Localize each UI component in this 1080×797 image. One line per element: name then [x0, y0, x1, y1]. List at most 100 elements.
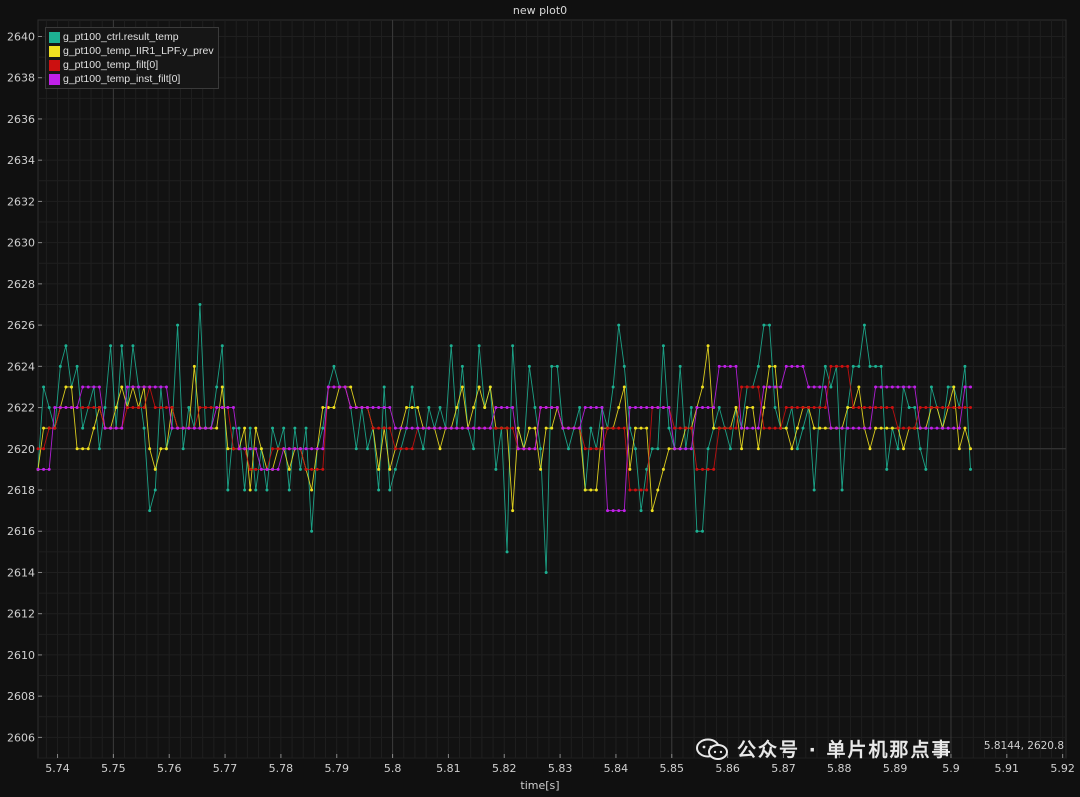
data-point [807, 385, 811, 389]
data-point [600, 447, 604, 451]
data-point [695, 467, 699, 471]
data-point [125, 406, 129, 410]
data-point [92, 406, 96, 410]
data-point [740, 385, 744, 389]
data-point [137, 406, 141, 410]
data-point [650, 447, 654, 451]
legend-label: g_pt100_ctrl.result_temp [63, 31, 179, 43]
legend-item-temp-filt[interactable]: g_pt100_temp_filt[0] [49, 58, 214, 72]
data-point [254, 488, 258, 492]
data-point [349, 406, 353, 410]
data-point [734, 406, 738, 410]
x-tick-label: 5.79 [324, 762, 349, 775]
data-point [773, 385, 777, 389]
data-point [42, 426, 46, 430]
data-point [868, 426, 872, 430]
data-point [181, 426, 185, 430]
data-point [282, 447, 286, 451]
data-point [499, 426, 503, 430]
data-point [661, 467, 665, 471]
data-point [405, 447, 409, 451]
data-point [522, 447, 526, 451]
x-tick-label: 5.86 [715, 762, 740, 775]
data-point [712, 426, 716, 430]
data-point [377, 467, 381, 471]
legend[interactable]: g_pt100_ctrl.result_temp g_pt100_temp_II… [45, 27, 219, 89]
data-point [868, 447, 872, 451]
data-point [902, 447, 906, 451]
y-tick-label: 2624 [7, 360, 35, 373]
y-axis: 2606 2608 2610 2612 2614 2616 2618 2620 2622 2624… [7, 30, 42, 744]
data-point [969, 385, 973, 389]
data-point [103, 406, 107, 410]
data-point [164, 385, 168, 389]
legend-item-inst-filt[interactable]: g_pt100_temp_inst_filt[0] [49, 72, 214, 86]
data-point [907, 406, 911, 410]
x-tick-label: 5.81 [436, 762, 461, 775]
data-point [527, 364, 531, 368]
data-point [762, 323, 766, 327]
data-point [751, 426, 755, 430]
data-point [231, 406, 235, 410]
data-point [416, 406, 420, 410]
data-point [204, 426, 208, 430]
data-point [254, 426, 258, 430]
data-point [795, 406, 799, 410]
x-tick-label: 5.8 [384, 762, 402, 775]
data-point [427, 406, 431, 410]
data-point [432, 426, 436, 430]
data-point [131, 385, 135, 389]
data-point [243, 426, 247, 430]
data-point [896, 385, 900, 389]
data-point [159, 447, 163, 451]
data-point [566, 426, 570, 430]
legend-item-result-temp[interactable]: g_pt100_ctrl.result_temp [49, 30, 214, 44]
data-point [773, 364, 777, 368]
data-point [706, 447, 710, 451]
data-point [874, 364, 878, 368]
watermark: 公众号 · 单片机那点事 [695, 735, 952, 762]
data-point [756, 426, 760, 430]
data-point [823, 406, 827, 410]
data-point [148, 509, 152, 513]
data-point [862, 406, 866, 410]
data-point [505, 406, 509, 410]
data-point [293, 426, 297, 430]
data-point [81, 426, 85, 430]
data-point [795, 447, 799, 451]
y-tick-label: 2632 [7, 195, 35, 208]
data-point [868, 406, 872, 410]
data-point [918, 406, 922, 410]
legend-item-iir1-lpf[interactable]: g_pt100_temp_IIR1_LPF.y_prev [49, 44, 214, 58]
data-point [801, 364, 805, 368]
data-point [790, 406, 794, 410]
data-point [488, 385, 492, 389]
y-tick-label: 2626 [7, 319, 35, 332]
data-point [544, 406, 548, 410]
data-point [751, 406, 755, 410]
data-point [181, 447, 185, 451]
data-point [952, 406, 956, 410]
data-point [47, 406, 51, 410]
y-tick-label: 2608 [7, 690, 35, 703]
data-point [466, 426, 470, 430]
plot-area[interactable]: 2606 2608 2610 2612 2614 2616 2618 2620 2622 2624… [0, 0, 1080, 797]
data-point [706, 406, 710, 410]
data-point [533, 406, 537, 410]
data-point [539, 467, 543, 471]
data-point [617, 426, 621, 430]
data-point [550, 406, 554, 410]
data-point [220, 344, 224, 348]
data-point [544, 426, 548, 430]
data-point [594, 447, 598, 451]
data-point [929, 406, 933, 410]
data-point [617, 406, 621, 410]
data-point [862, 323, 866, 327]
data-point [667, 447, 671, 451]
data-point [53, 426, 57, 430]
data-point [47, 426, 51, 430]
data-point [92, 426, 96, 430]
data-point [740, 426, 744, 430]
data-point [779, 426, 783, 430]
data-point [276, 447, 280, 451]
